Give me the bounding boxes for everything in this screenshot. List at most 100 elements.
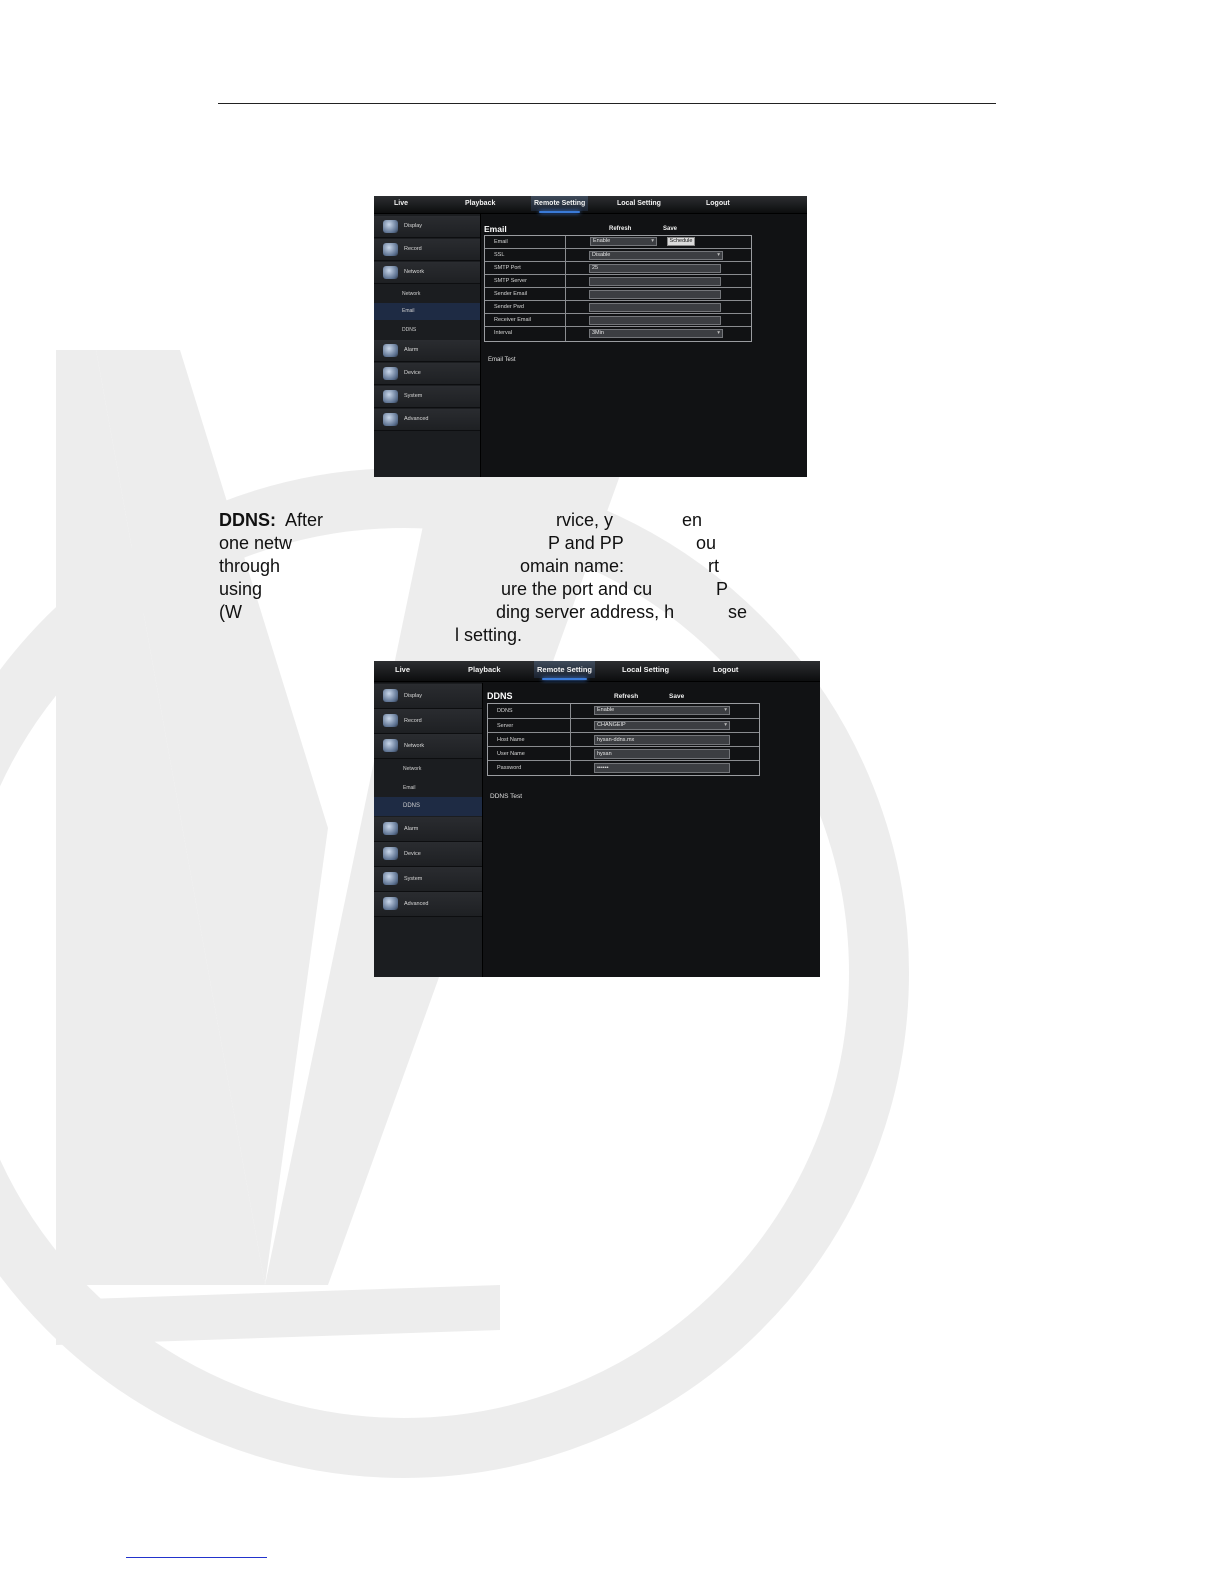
user-name-input[interactable]: hysan bbox=[594, 749, 730, 759]
tab-live[interactable]: Live bbox=[395, 661, 410, 678]
chevron-down-icon: ▾ bbox=[724, 707, 727, 713]
refresh-button[interactable]: Refresh bbox=[609, 226, 631, 232]
sidebar-item-network[interactable]: Network bbox=[374, 262, 480, 284]
field-label: Password bbox=[497, 765, 522, 771]
ddns-term: DDNS: bbox=[219, 510, 276, 530]
tab-playback[interactable]: Playback bbox=[465, 196, 495, 211]
form-row: SMTP Port 25 bbox=[485, 261, 751, 275]
text-fragment: P bbox=[716, 579, 729, 599]
refresh-button[interactable]: Refresh bbox=[614, 693, 638, 700]
submenu-label: Email bbox=[402, 308, 415, 314]
sidebar-item-label: Display bbox=[404, 223, 423, 229]
advanced-icon bbox=[383, 897, 398, 910]
chevron-down-icon: ▾ bbox=[717, 252, 720, 258]
ddns-test-button[interactable]: DDNS Test bbox=[490, 793, 522, 800]
save-button[interactable]: Save bbox=[663, 226, 677, 232]
field-label: Receiver Email bbox=[494, 317, 531, 323]
submenu-item-email[interactable]: Email bbox=[374, 303, 480, 320]
field-label: Sender Pwd bbox=[494, 304, 524, 310]
submenu-item-email[interactable]: Email bbox=[374, 779, 482, 797]
record-icon bbox=[383, 243, 398, 256]
text-fragment: ure the port and cu bbox=[501, 579, 653, 599]
tab-remote-setting[interactable]: Remote Setting bbox=[534, 661, 596, 680]
sidebar-item-display[interactable]: Display bbox=[374, 216, 480, 238]
sidebar-item-record[interactable]: Record bbox=[374, 239, 480, 261]
sidebar-item-label: Advanced bbox=[404, 901, 429, 907]
tab-local-setting[interactable]: Local Setting bbox=[617, 196, 661, 211]
tab-logout[interactable]: Logout bbox=[713, 661, 738, 678]
sidebar-item-advanced[interactable]: Advanced bbox=[374, 409, 480, 431]
email-test-button[interactable]: Email Test bbox=[488, 357, 516, 363]
email-form-table: Email Enable ▾ Schedule SSL Disable ▾ SMTP… bbox=[484, 235, 752, 342]
submenu-label: Email bbox=[403, 785, 416, 791]
submenu-label: Network bbox=[402, 291, 421, 297]
sidebar-item-label: Advanced bbox=[404, 416, 429, 422]
sidebar-item-alarm[interactable]: Alarm bbox=[374, 817, 482, 842]
submenu-item-network[interactable]: Network bbox=[374, 286, 480, 302]
sender-password-input[interactable] bbox=[589, 303, 721, 312]
alarm-icon bbox=[383, 344, 398, 357]
top-nav-bar: Live Playback Remote Setting Local Setti… bbox=[374, 196, 807, 214]
text-fragment: omain name: bbox=[520, 556, 625, 576]
select-value: Enable bbox=[597, 707, 615, 713]
film-reel-icon bbox=[383, 689, 398, 702]
film-reel-icon bbox=[383, 220, 398, 233]
hard-drive-icon bbox=[383, 367, 398, 380]
password-input[interactable]: •••••• bbox=[594, 763, 730, 773]
sidebar-item-display[interactable]: Display bbox=[374, 684, 482, 709]
form-row: Host Name hysan-ddns.mx bbox=[488, 732, 759, 747]
text-fragment: P and PP bbox=[548, 533, 624, 553]
tab-logout[interactable]: Logout bbox=[706, 196, 730, 211]
hard-drive-icon bbox=[383, 847, 398, 860]
tab-remote-setting[interactable]: Remote Setting bbox=[531, 196, 589, 213]
sidebar-item-record[interactable]: Record bbox=[374, 709, 482, 734]
alarm-icon bbox=[383, 822, 398, 835]
footer-link-underline[interactable] bbox=[126, 1557, 267, 1558]
form-row: SMTP Server bbox=[485, 274, 751, 288]
text-fragment: After bbox=[285, 510, 324, 530]
submenu-item-network[interactable]: Network bbox=[374, 760, 482, 778]
email-enable-select[interactable]: Enable ▾ bbox=[590, 237, 657, 246]
form-row: Sender Pwd bbox=[485, 300, 751, 314]
receiver-email-input[interactable] bbox=[589, 316, 721, 325]
sidebar-item-system[interactable]: System bbox=[374, 867, 482, 892]
ddns-server-select[interactable]: CHANGEIP ▾ bbox=[594, 721, 730, 730]
field-label: Server bbox=[497, 723, 514, 729]
sidebar-item-label: Alarm bbox=[404, 347, 419, 353]
text-fragment: ding server address, h bbox=[496, 602, 675, 622]
tab-playback[interactable]: Playback bbox=[468, 661, 501, 678]
ddns-enable-select[interactable]: Enable ▾ bbox=[594, 706, 730, 715]
save-button[interactable]: Save bbox=[669, 693, 684, 700]
tab-local-setting[interactable]: Local Setting bbox=[622, 661, 669, 678]
text-fragment: one netw bbox=[219, 533, 293, 553]
submenu-item-ddns[interactable]: DDNS bbox=[374, 322, 480, 338]
sidebar-item-label: System bbox=[404, 876, 423, 882]
sidebar-item-device[interactable]: Device bbox=[374, 842, 482, 867]
text-fragment: rt bbox=[708, 556, 719, 576]
text-fragment: ou bbox=[696, 533, 717, 553]
smtp-port-input[interactable]: 25 bbox=[589, 264, 721, 273]
submenu-label: Network bbox=[403, 766, 422, 772]
smtp-server-input[interactable] bbox=[589, 277, 721, 286]
text-fragment: through bbox=[219, 556, 281, 576]
sidebar-item-device[interactable]: Device bbox=[374, 363, 480, 385]
sidebar-item-network[interactable]: Network bbox=[374, 734, 482, 759]
tab-live[interactable]: Live bbox=[394, 196, 408, 211]
sidebar-item-label: Network bbox=[404, 743, 425, 749]
select-value: Enable bbox=[593, 238, 611, 244]
sidebar-item-advanced[interactable]: Advanced bbox=[374, 892, 482, 917]
ssl-select[interactable]: Disable ▾ bbox=[589, 251, 723, 260]
submenu-item-ddns[interactable]: DDNS bbox=[374, 797, 482, 816]
sidebar-item-system[interactable]: System bbox=[374, 386, 480, 408]
field-label: User Name bbox=[497, 751, 525, 757]
field-label: Sender Email bbox=[494, 291, 528, 297]
interval-select[interactable]: 3Min ▾ bbox=[589, 329, 723, 338]
text-fragment: en bbox=[682, 510, 703, 530]
sender-email-input[interactable] bbox=[589, 290, 721, 299]
sidebar-item-alarm[interactable]: Alarm bbox=[374, 340, 480, 362]
schedule-button[interactable]: Schedule bbox=[667, 237, 695, 246]
text-fragment: using bbox=[219, 579, 263, 599]
field-label: SMTP Port bbox=[494, 265, 521, 271]
host-name-input[interactable]: hysan-ddns.mx bbox=[594, 735, 730, 745]
form-row: SSL Disable ▾ bbox=[485, 248, 751, 262]
